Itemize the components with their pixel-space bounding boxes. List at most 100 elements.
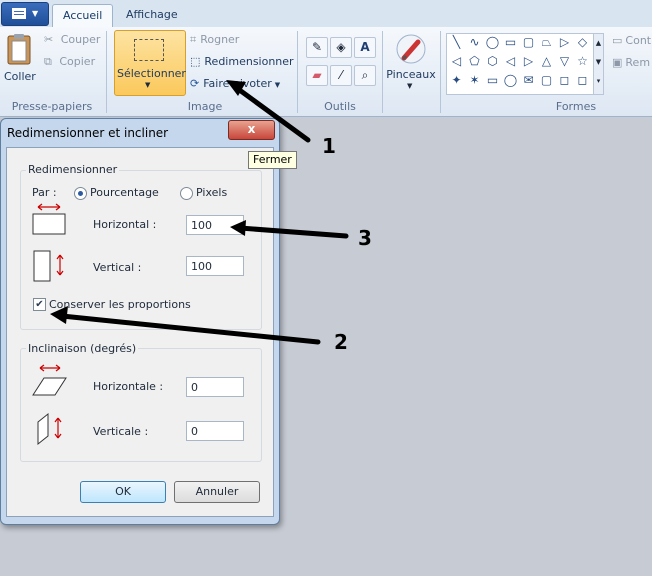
ok-button[interactable]: OK xyxy=(80,481,166,503)
cut-button[interactable]: ✂ Couper xyxy=(44,33,100,46)
rounded-rectangle-shape-icon[interactable]: ▢ xyxy=(521,35,536,49)
resize-horizontal-input[interactable]: 100 xyxy=(186,215,244,235)
keep-ratio-checkbox[interactable]: ✔ xyxy=(33,298,46,311)
triangle-up-shape-icon[interactable]: △ xyxy=(539,54,554,68)
close-icon: x xyxy=(247,122,256,136)
brush-icon xyxy=(396,34,426,64)
tools-group-label: Outils xyxy=(324,100,356,113)
lightning-shape-icon[interactable]: ◻ xyxy=(557,73,572,87)
crop-label: Rogner xyxy=(200,33,240,46)
resize-vertical-input[interactable]: 100 xyxy=(186,256,244,276)
clipboard-icon xyxy=(7,34,31,65)
group-divider xyxy=(106,31,107,113)
callout-oval-shape-icon[interactable]: ◯ xyxy=(503,73,518,87)
vertical-skew-icon xyxy=(37,412,62,446)
rotate-button[interactable]: ⟳ Faire pivoter ▼ xyxy=(190,77,280,90)
crop-button[interactable]: ⌗ Rogner xyxy=(190,33,239,47)
rotate-icon: ⟳ xyxy=(190,77,200,90)
close-button[interactable]: x xyxy=(228,120,275,140)
annotation-label-3: 3 xyxy=(358,226,372,250)
brushes-button[interactable]: Pinceaux ▼ xyxy=(386,32,436,92)
dialog-title: Redimensionner et incliner xyxy=(7,126,169,140)
fill-bucket-icon[interactable]: ◈ xyxy=(330,37,352,58)
arrow-left-shape-icon[interactable]: ◁ xyxy=(503,54,518,68)
crop-icon: ⌗ xyxy=(190,33,197,46)
resize-vertical-label: Vertical : xyxy=(93,261,142,274)
star6-shape-icon[interactable]: ✶ xyxy=(467,73,482,87)
arrow-right-shape-icon[interactable]: ▷ xyxy=(521,54,536,68)
resize-legend: Redimensionner xyxy=(26,163,120,176)
star4-shape-icon[interactable]: ✦ xyxy=(449,73,464,87)
misc-shape-icon[interactable]: ◻ xyxy=(575,73,590,87)
chevron-down-icon: ▼ xyxy=(274,81,281,89)
rotate-label: Faire pivoter xyxy=(203,77,272,90)
copy-icon: ⧉ xyxy=(44,55,52,68)
resize-label: Redimensionner xyxy=(204,55,294,68)
pixels-radio[interactable] xyxy=(180,187,193,200)
triangle-down-shape-icon[interactable]: ▽ xyxy=(557,54,572,68)
oval-shape-icon[interactable]: ◯ xyxy=(485,35,500,49)
horizontal-skew-icon xyxy=(32,364,67,396)
skew-vertical-input[interactable]: 0 xyxy=(186,421,244,441)
outline-button[interactable]: ▭ Cont xyxy=(612,34,651,47)
magnifier-icon[interactable]: ⌕ xyxy=(354,65,376,86)
fill-icon: ▣ xyxy=(612,56,623,69)
fill-label: Rem xyxy=(625,56,651,69)
tab-view[interactable]: Affichage xyxy=(116,4,188,27)
percent-radio[interactable] xyxy=(74,187,87,200)
chevron-down-icon: ▼ xyxy=(145,81,151,89)
menu-icon xyxy=(12,8,26,19)
diamond-shape-icon[interactable]: ◇ xyxy=(575,35,590,49)
selection-rectangle-icon xyxy=(134,39,164,61)
cut-label: Couper xyxy=(60,33,101,46)
rectangle-shape-icon[interactable]: ▭ xyxy=(503,35,518,49)
app-menu-button[interactable]: ▼ xyxy=(1,2,49,26)
triangle-shape-icon[interactable]: ▷ xyxy=(557,35,572,49)
callout-cloud-shape-icon[interactable]: ✉ xyxy=(521,73,536,87)
star5-shape-icon[interactable]: ☆ xyxy=(575,54,590,68)
polygon-shape-icon[interactable]: ⏢ xyxy=(539,35,554,49)
curve-shape-icon[interactable]: ∿ xyxy=(467,35,482,49)
cancel-button[interactable]: Annuler xyxy=(174,481,260,503)
chevron-down-icon: ▼ xyxy=(32,9,39,18)
skew-horizontal-input[interactable]: 0 xyxy=(186,377,244,397)
copy-button[interactable]: ⧉ Copier xyxy=(44,55,95,69)
pentagon-shape-icon[interactable]: ⬠ xyxy=(467,54,482,68)
resize-icon: ⬚ xyxy=(190,55,201,68)
fill-button[interactable]: ▣ Rem xyxy=(612,56,650,69)
color-picker-icon[interactable]: ⁄ xyxy=(330,65,352,86)
skew-vertical-label: Verticale : xyxy=(93,425,149,438)
by-label: Par : xyxy=(32,186,57,199)
line-shape-icon[interactable]: ╲ xyxy=(449,35,464,49)
shapes-scroll[interactable]: ▲ ▼ ▾ xyxy=(593,33,604,95)
select-button[interactable]: Sélectionner ▼ xyxy=(114,30,186,96)
group-divider xyxy=(297,31,298,113)
pixels-label: Pixels xyxy=(196,186,228,199)
clipboard-group-label: Presse-papiers xyxy=(11,100,93,113)
image-group-label: Image xyxy=(187,100,223,113)
callout-rect-shape-icon[interactable]: ▭ xyxy=(485,73,500,87)
horizontal-stretch-icon xyxy=(32,203,66,235)
annotation-label-1: 1 xyxy=(322,134,336,158)
chevron-down-icon: ▼ xyxy=(407,82,413,90)
paste-button[interactable]: Coller xyxy=(4,32,36,88)
skew-legend: Inclinaison (degrés) xyxy=(26,342,139,355)
close-tooltip: Fermer xyxy=(248,151,297,169)
shapes-group-label: Formes xyxy=(555,100,597,113)
pencil-icon[interactable]: ✎ xyxy=(306,37,328,58)
tab-home[interactable]: Accueil xyxy=(52,4,114,28)
resize-button[interactable]: ⬚ Redimensionner xyxy=(190,55,294,68)
vertical-stretch-icon xyxy=(33,250,64,282)
hexagon-shape-icon[interactable]: ⬡ xyxy=(485,54,500,68)
annotation-label-2: 2 xyxy=(334,330,348,354)
resize-horizontal-label: Horizontal : xyxy=(93,218,157,231)
eraser-icon[interactable]: ▰ xyxy=(306,65,328,86)
keep-ratio-label: Conserver les proportions xyxy=(49,298,191,311)
skew-horizontal-label: Horizontale : xyxy=(93,380,164,393)
left-arrow-shape-icon[interactable]: ◁ xyxy=(449,54,464,68)
group-divider xyxy=(440,31,441,113)
scissors-icon: ✂ xyxy=(44,33,54,46)
text-icon[interactable]: A xyxy=(354,37,376,58)
checkmark-icon: ✔ xyxy=(35,299,44,310)
heart-shape-icon[interactable]: ▢ xyxy=(539,73,554,87)
